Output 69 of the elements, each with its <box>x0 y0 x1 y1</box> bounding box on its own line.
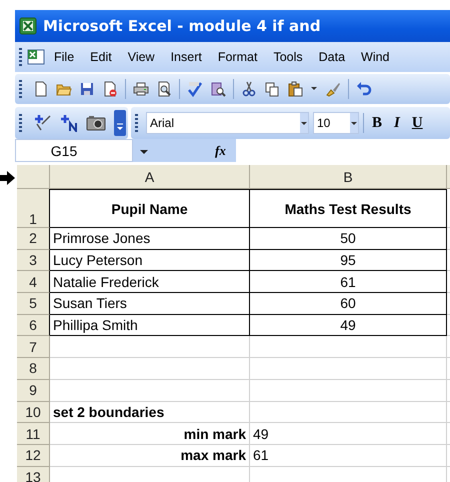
table-cell: max mark <box>50 444 250 467</box>
table-cell: set 2 boundaries <box>50 402 250 424</box>
spreadsheet-logo-icon <box>19 17 37 35</box>
research-book-icon[interactable] <box>210 81 226 97</box>
table-cell: Susan Tiers <box>50 293 250 315</box>
dropdown-caret-icon[interactable] <box>350 113 358 133</box>
row-header[interactable]: 5 <box>17 293 50 315</box>
table-cell: Natalie Frederick <box>50 271 250 294</box>
format-painter-brush-icon[interactable] <box>325 81 341 97</box>
menu-item[interactable]: Format <box>210 50 266 64</box>
formula-field[interactable] <box>236 139 450 162</box>
underline-button[interactable]: U <box>408 114 427 132</box>
italic-button[interactable]: I <box>390 114 404 132</box>
row-header[interactable]: 6 <box>17 314 50 336</box>
menu-item[interactable]: Edit <box>82 50 120 64</box>
copy-icon[interactable] <box>264 81 280 97</box>
row-header[interactable]: 10 <box>17 402 50 424</box>
row-header[interactable]: 7 <box>17 336 50 358</box>
table-cell: Phillipa Smith <box>50 314 250 336</box>
menu-item[interactable]: File <box>46 50 82 64</box>
menu-item[interactable]: Insert <box>162 50 210 64</box>
row-header[interactable]: 12 <box>17 444 50 467</box>
row-header[interactable]: 4 <box>17 271 50 294</box>
menu-item[interactable]: Tools <box>265 50 311 64</box>
add-letter-icon[interactable] <box>60 114 78 132</box>
menu-item[interactable]: View <box>120 50 163 64</box>
spelling-check-icon[interactable] <box>187 81 203 97</box>
row-header[interactable]: 3 <box>17 250 50 272</box>
font-name-field[interactable]: Arial <box>146 112 309 134</box>
table-cell: 49 <box>250 423 447 445</box>
function-label[interactable]: fx <box>215 142 226 158</box>
name-box[interactable]: G15 <box>15 139 133 162</box>
table-cell: Lucy Peterson <box>50 250 250 272</box>
pointer-arrow-icon <box>0 171 15 185</box>
undo-arrow-icon[interactable] <box>356 81 372 97</box>
row-header[interactable]: 8 <box>17 358 50 380</box>
window-title: Microsoft Excel - module 4 if and <box>43 17 321 35</box>
print-icon[interactable] <box>133 81 149 97</box>
print-preview-icon[interactable] <box>156 81 172 97</box>
row-header[interactable]: 9 <box>17 380 50 402</box>
column-header[interactable]: B <box>250 165 447 189</box>
camera-icon[interactable] <box>86 114 106 132</box>
row-header[interactable]: 13 <box>17 466 50 482</box>
table-cell: Primrose Jones <box>50 228 250 250</box>
table-cell: min mark <box>50 423 250 445</box>
table-cell: 95 <box>250 250 447 272</box>
table-cell: 60 <box>250 293 447 315</box>
column-header[interactable]: A <box>50 165 250 189</box>
add-arrow-icon[interactable] <box>34 114 52 132</box>
menu-item[interactable]: Data <box>310 50 354 64</box>
dropdown-caret-icon[interactable] <box>300 113 308 133</box>
table-cell: 50 <box>250 228 447 250</box>
paste-clipboard-icon[interactable] <box>287 81 303 97</box>
bold-button[interactable]: B <box>368 114 386 132</box>
font-size-field[interactable]: 10 <box>313 112 359 134</box>
row-header[interactable]: 11 <box>17 423 50 445</box>
new-document-icon[interactable] <box>33 81 49 97</box>
workbook-icon[interactable] <box>26 47 46 67</box>
table-cell: 49 <box>250 314 447 336</box>
table-cell: Pupil Name <box>50 189 250 228</box>
toolbar-options-icon[interactable] <box>114 110 126 136</box>
document-block-icon[interactable] <box>102 81 118 97</box>
table-cell: Maths Test Results <box>250 189 447 228</box>
table-cell: 61 <box>250 444 447 467</box>
menu-item[interactable]: Wind <box>353 50 398 64</box>
table-cell: 61 <box>250 271 447 294</box>
row-header[interactable]: 1 <box>17 189 50 228</box>
row-header[interactable]: 2 <box>17 228 50 250</box>
cut-scissors-icon[interactable] <box>241 81 257 97</box>
